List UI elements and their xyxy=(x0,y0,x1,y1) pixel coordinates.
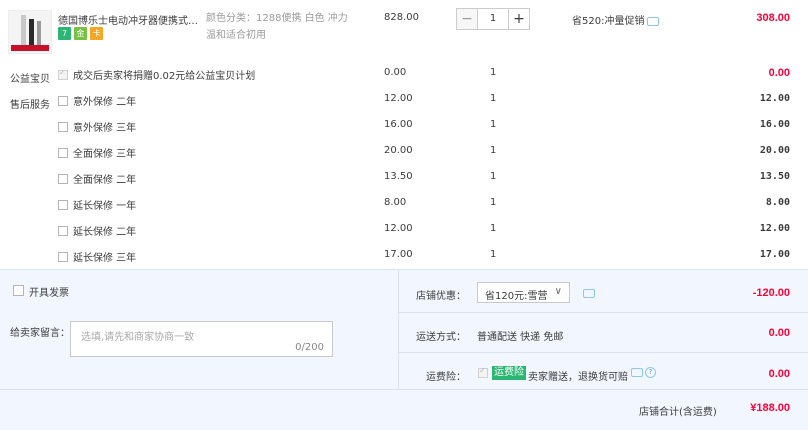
service-subtotal: 16.00 xyxy=(759,119,790,130)
service-subtotal: 13.50 xyxy=(759,171,790,182)
service-name: 全面保修 二年 xyxy=(73,175,137,186)
service-qty: 1 xyxy=(490,223,497,234)
service-name: 意外保修 二年 xyxy=(73,97,137,108)
unit-price: 828.00 xyxy=(384,12,419,23)
charity-qty: 1 xyxy=(490,67,497,78)
promo-text: 省520:冲量促销 xyxy=(572,12,660,27)
service-price: 13.50 xyxy=(384,171,413,182)
store-discount-select[interactable]: 省120元:雪营 ∨ xyxy=(477,282,570,303)
store-total-label: 店铺合计(含运费) xyxy=(639,407,717,418)
store-discount-value: 省120元:雪营 xyxy=(485,291,548,302)
chat-icon[interactable] xyxy=(583,289,595,298)
service-qty: 1 xyxy=(490,249,497,260)
service-row: 全面保修 二年 13.50 1 13.50 xyxy=(0,169,808,191)
service-price: 20.00 xyxy=(384,145,413,156)
service-row: 意外保修 三年 16.00 1 16.00 xyxy=(0,117,808,139)
service-checkbox[interactable] xyxy=(58,200,68,210)
charity-row: 成交后卖家将捐赠0.02元给公益宝贝计划 0.00 1 0.00 xyxy=(0,65,808,87)
shipping-label: 运送方式： xyxy=(416,332,466,343)
message-placeholder: 选填,请先和商家协商一致 xyxy=(81,332,195,343)
divider xyxy=(398,312,808,313)
service-name: 延长保修 三年 xyxy=(73,253,137,264)
service-row: 延长保修 三年 17.00 1 17.00 xyxy=(0,247,808,269)
sku-info: 颜色分类：1288便携 白色 冲力 温和适合初用 xyxy=(206,10,356,44)
store-discount-amount: -120.00 xyxy=(752,287,790,299)
insurance-checkbox xyxy=(478,366,488,378)
service-subtotal: 12.00 xyxy=(759,223,790,234)
quantity-stepper: − 1 + xyxy=(456,8,530,30)
service-subtotal: 20.00 xyxy=(759,145,790,156)
thumbnail-base xyxy=(11,45,49,51)
invoice-checkbox[interactable] xyxy=(13,285,24,296)
service-checkbox[interactable] xyxy=(58,96,68,106)
insurance-icons: ? xyxy=(631,367,656,379)
charity-text: 成交后卖家将捐赠0.02元给公益宝贝计划 xyxy=(73,71,256,82)
insurance-text: 卖家赠送，退换货可赔 xyxy=(528,372,628,383)
sku-line: 颜色分类：1288便携 白色 冲力 xyxy=(206,13,348,24)
charity-checkbox xyxy=(58,68,68,80)
insurance-amount: 0.00 xyxy=(768,368,790,380)
thumbnail-graphic xyxy=(37,21,41,45)
badge-icon: 金 xyxy=(74,27,87,40)
service-subtotal: 17.00 xyxy=(759,249,790,260)
char-counter: 0/200 xyxy=(295,342,324,353)
service-row: 延长保修 二年 12.00 1 12.00 xyxy=(0,221,808,243)
service-price: 16.00 xyxy=(384,119,413,130)
promo-label: 省520:冲量促销 xyxy=(572,16,645,27)
badge-icon: 7 xyxy=(58,27,71,40)
decrease-button[interactable]: − xyxy=(456,8,478,30)
service-qty: 1 xyxy=(490,171,497,182)
service-checkbox[interactable] xyxy=(58,148,68,158)
service-qty: 1 xyxy=(490,119,497,130)
service-checkbox[interactable] xyxy=(58,174,68,184)
store-discount-label: 店铺优惠： xyxy=(416,291,466,302)
divider xyxy=(398,270,399,389)
insurance-label: 运费险： xyxy=(426,372,466,383)
service-row: 全面保修 三年 20.00 1 20.00 xyxy=(0,143,808,165)
divider xyxy=(398,352,808,353)
thumbnail-graphic xyxy=(21,15,26,45)
product-subtotal: 308.00 xyxy=(756,12,790,24)
product-title[interactable]: 德国博乐士电动冲牙器便携式水... xyxy=(58,12,200,27)
service-price: 12.00 xyxy=(384,93,413,104)
service-price: 17.00 xyxy=(384,249,413,260)
product-badges: 7 金 卡 xyxy=(58,27,103,40)
shipping-amount: 0.00 xyxy=(768,327,790,339)
quantity-input[interactable]: 1 xyxy=(478,8,508,30)
service-qty: 1 xyxy=(490,197,497,208)
help-icon[interactable]: ? xyxy=(645,367,656,378)
service-qty: 1 xyxy=(490,145,497,156)
service-name: 意外保修 三年 xyxy=(73,123,137,134)
service-row: 延长保修 一年 8.00 1 8.00 xyxy=(0,195,808,217)
invoice-label[interactable]: 开具发票 xyxy=(29,284,69,299)
service-qty: 1 xyxy=(490,93,497,104)
service-checkbox[interactable] xyxy=(58,252,68,262)
message-textarea[interactable]: 选填,请先和商家协商一致 0/200 xyxy=(70,321,333,357)
service-row: 意外保修 二年 12.00 1 12.00 xyxy=(0,91,808,113)
service-checkbox[interactable] xyxy=(58,226,68,236)
charity-subtotal: 0.00 xyxy=(768,67,790,79)
badge-icon: 卡 xyxy=(90,27,103,40)
message-label: 给卖家留言： xyxy=(10,328,70,339)
service-price: 8.00 xyxy=(384,197,407,208)
divider xyxy=(0,389,808,390)
service-checkbox[interactable] xyxy=(58,122,68,132)
service-subtotal: 8.00 xyxy=(765,197,790,208)
chat-icon[interactable] xyxy=(647,16,660,26)
shipping-method: 普通配送 快递 免邮 xyxy=(477,332,564,343)
sku-line: 温和适合初用 xyxy=(206,30,266,41)
product-thumbnail[interactable] xyxy=(8,10,52,54)
charity-price: 0.00 xyxy=(384,67,407,78)
increase-button[interactable]: + xyxy=(508,8,530,30)
service-name: 延长保修 二年 xyxy=(73,227,137,238)
service-name: 全面保修 三年 xyxy=(73,149,137,160)
store-total-amount: ¥188.00 xyxy=(750,402,790,414)
chat-icon[interactable] xyxy=(631,368,643,377)
service-price: 12.00 xyxy=(384,223,413,234)
service-name: 延长保修 一年 xyxy=(73,201,137,212)
service-subtotal: 12.00 xyxy=(759,93,790,104)
insurance-tag: 运费险 xyxy=(492,366,526,380)
thumbnail-graphic xyxy=(29,19,34,45)
chevron-down-icon: ∨ xyxy=(554,286,562,297)
